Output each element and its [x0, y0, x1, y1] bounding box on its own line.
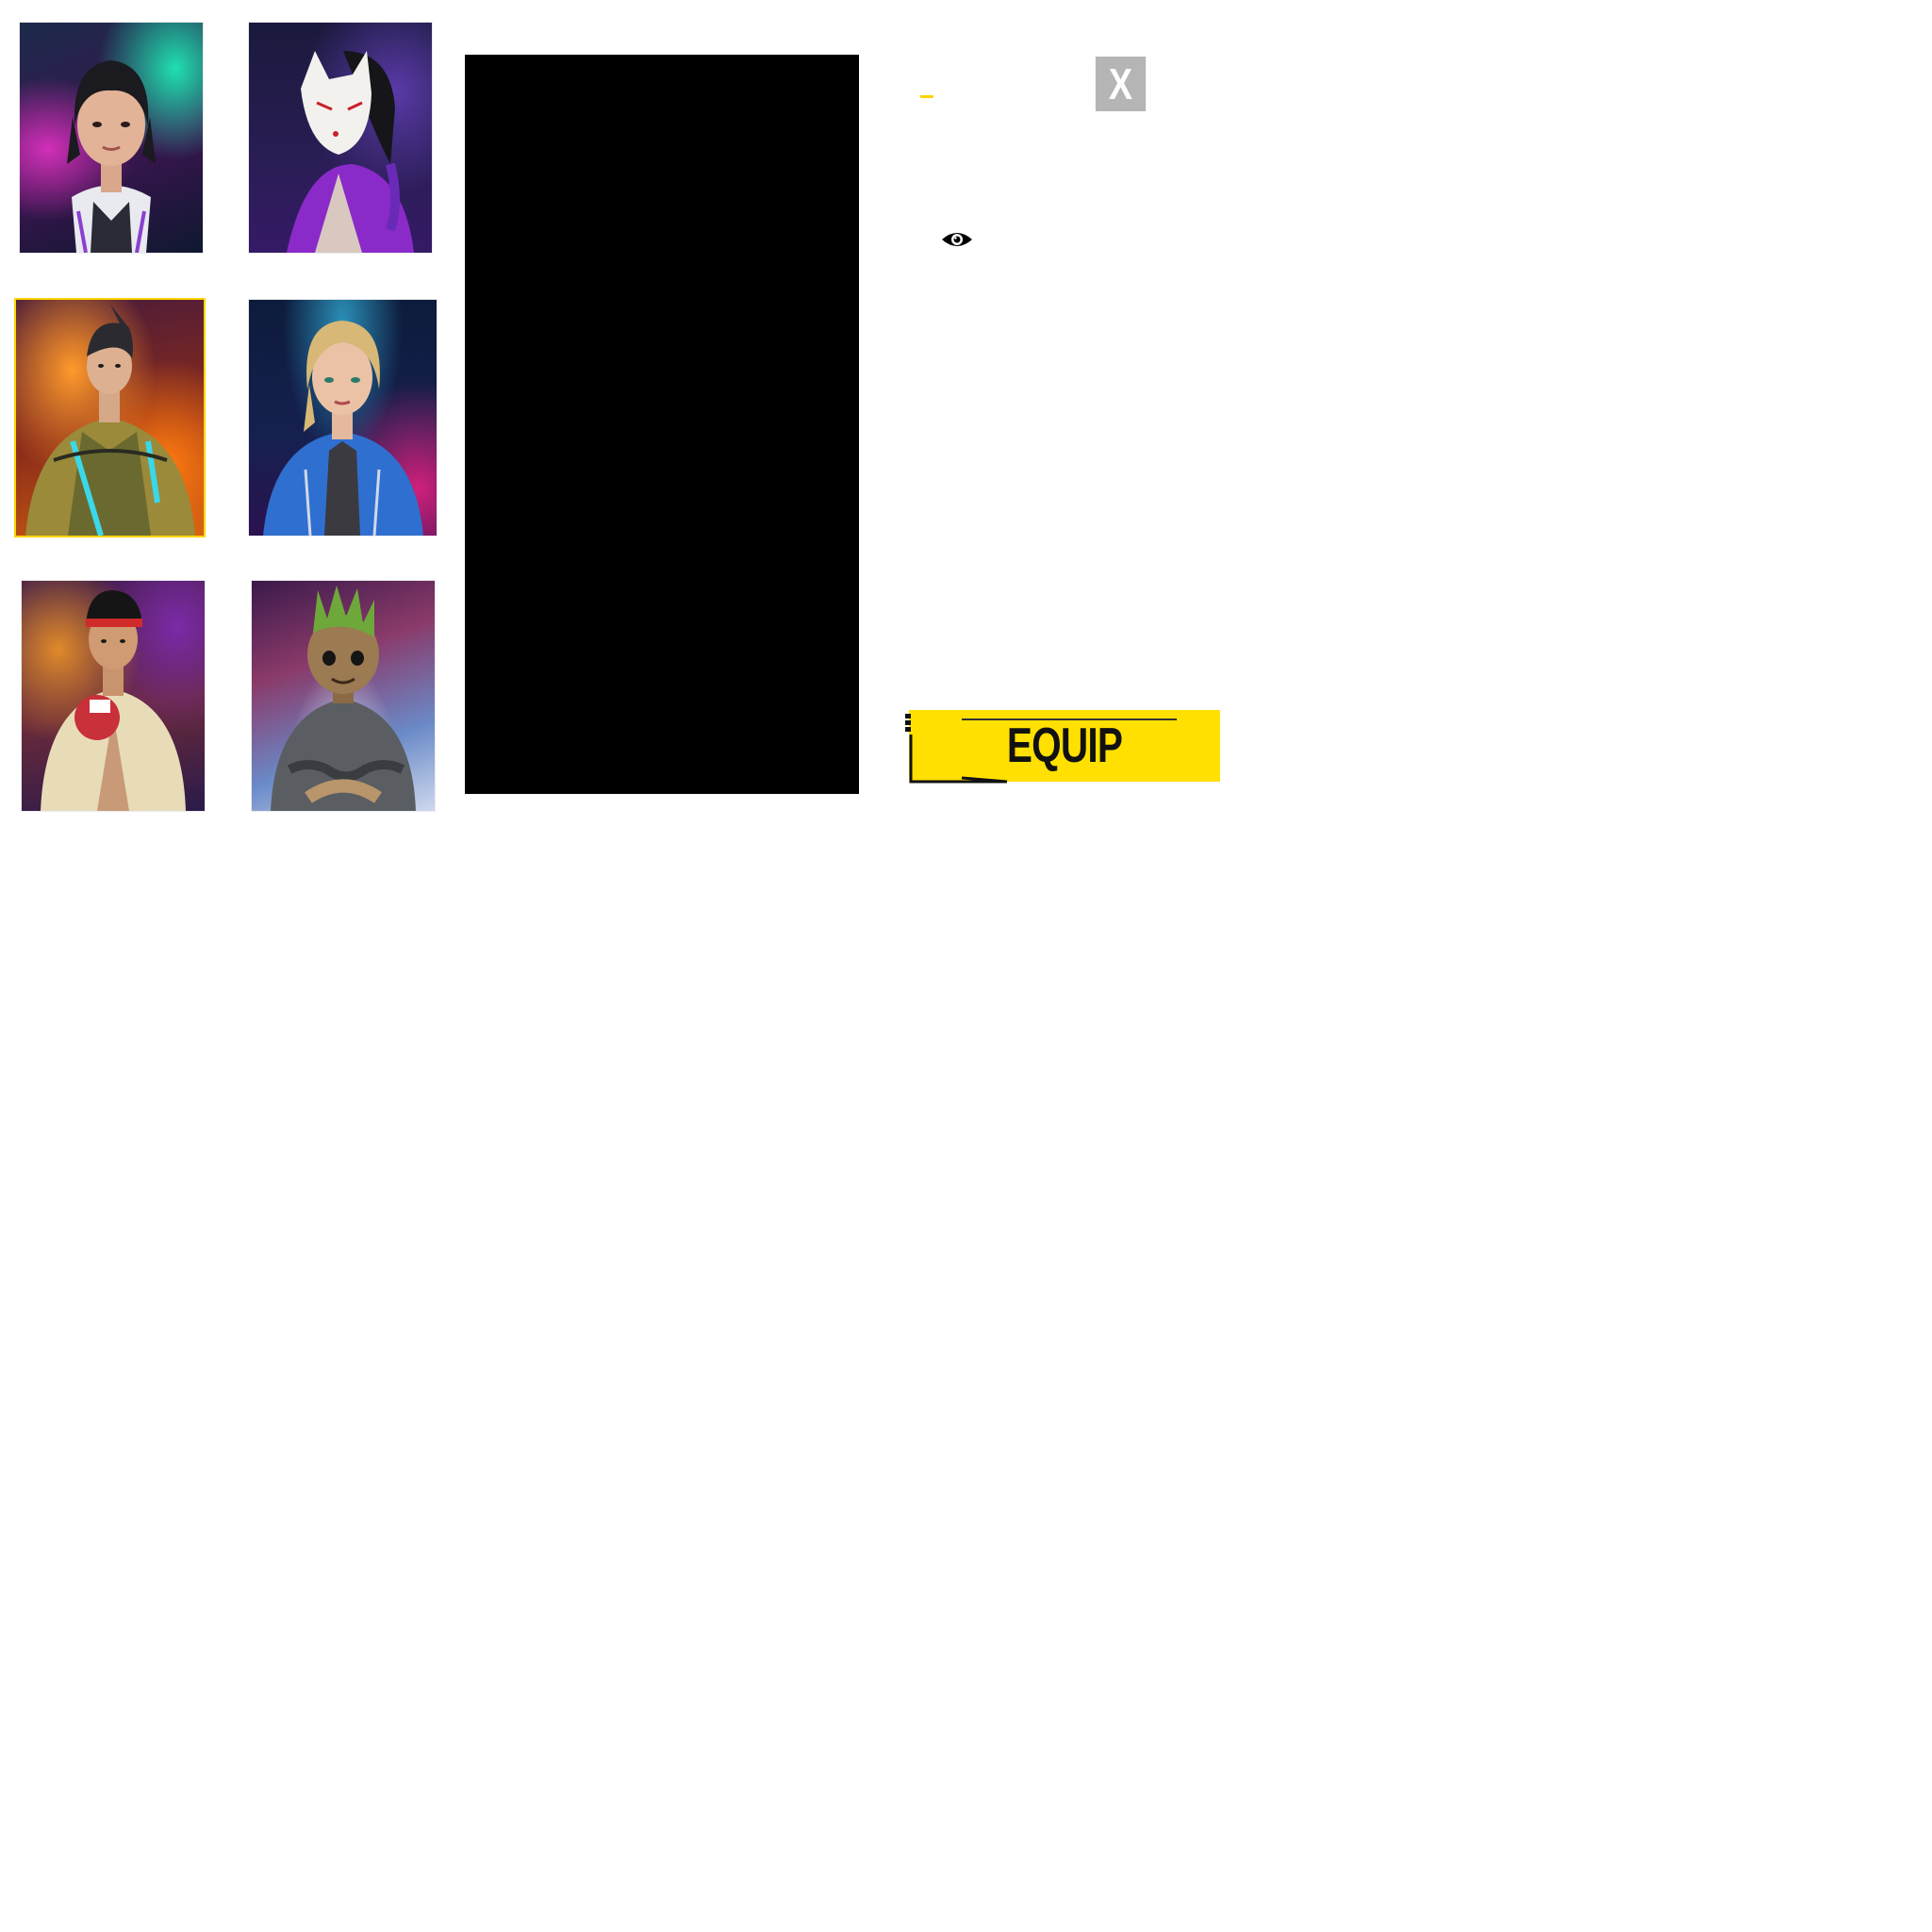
- close-button[interactable]: X: [1095, 57, 1147, 111]
- character-portrait: [25, 305, 195, 536]
- character-tile-selected[interactable]: [16, 300, 204, 536]
- character-tile[interactable]: [252, 581, 435, 811]
- character-tile[interactable]: [249, 23, 432, 253]
- character-preview-panel[interactable]: [465, 55, 859, 794]
- character-portrait: [41, 590, 186, 811]
- character-portrait: [287, 51, 414, 253]
- character-tile[interactable]: [22, 581, 205, 811]
- skin-locker-screen: X EQUIP: [0, 0, 1932, 1932]
- equip-button-group[interactable]: EQUIP: [905, 710, 1220, 785]
- rarity-indicator: [920, 95, 933, 98]
- equip-label: EQUIP: [1006, 718, 1123, 773]
- eye-icon[interactable]: [941, 230, 973, 249]
- character-tile[interactable]: [249, 300, 437, 536]
- character-portrait: [67, 60, 156, 253]
- character-tile[interactable]: [20, 23, 203, 253]
- character-portrait: [263, 321, 423, 536]
- character-portrait: [271, 586, 416, 811]
- equip-button[interactable]: EQUIP: [909, 710, 1220, 782]
